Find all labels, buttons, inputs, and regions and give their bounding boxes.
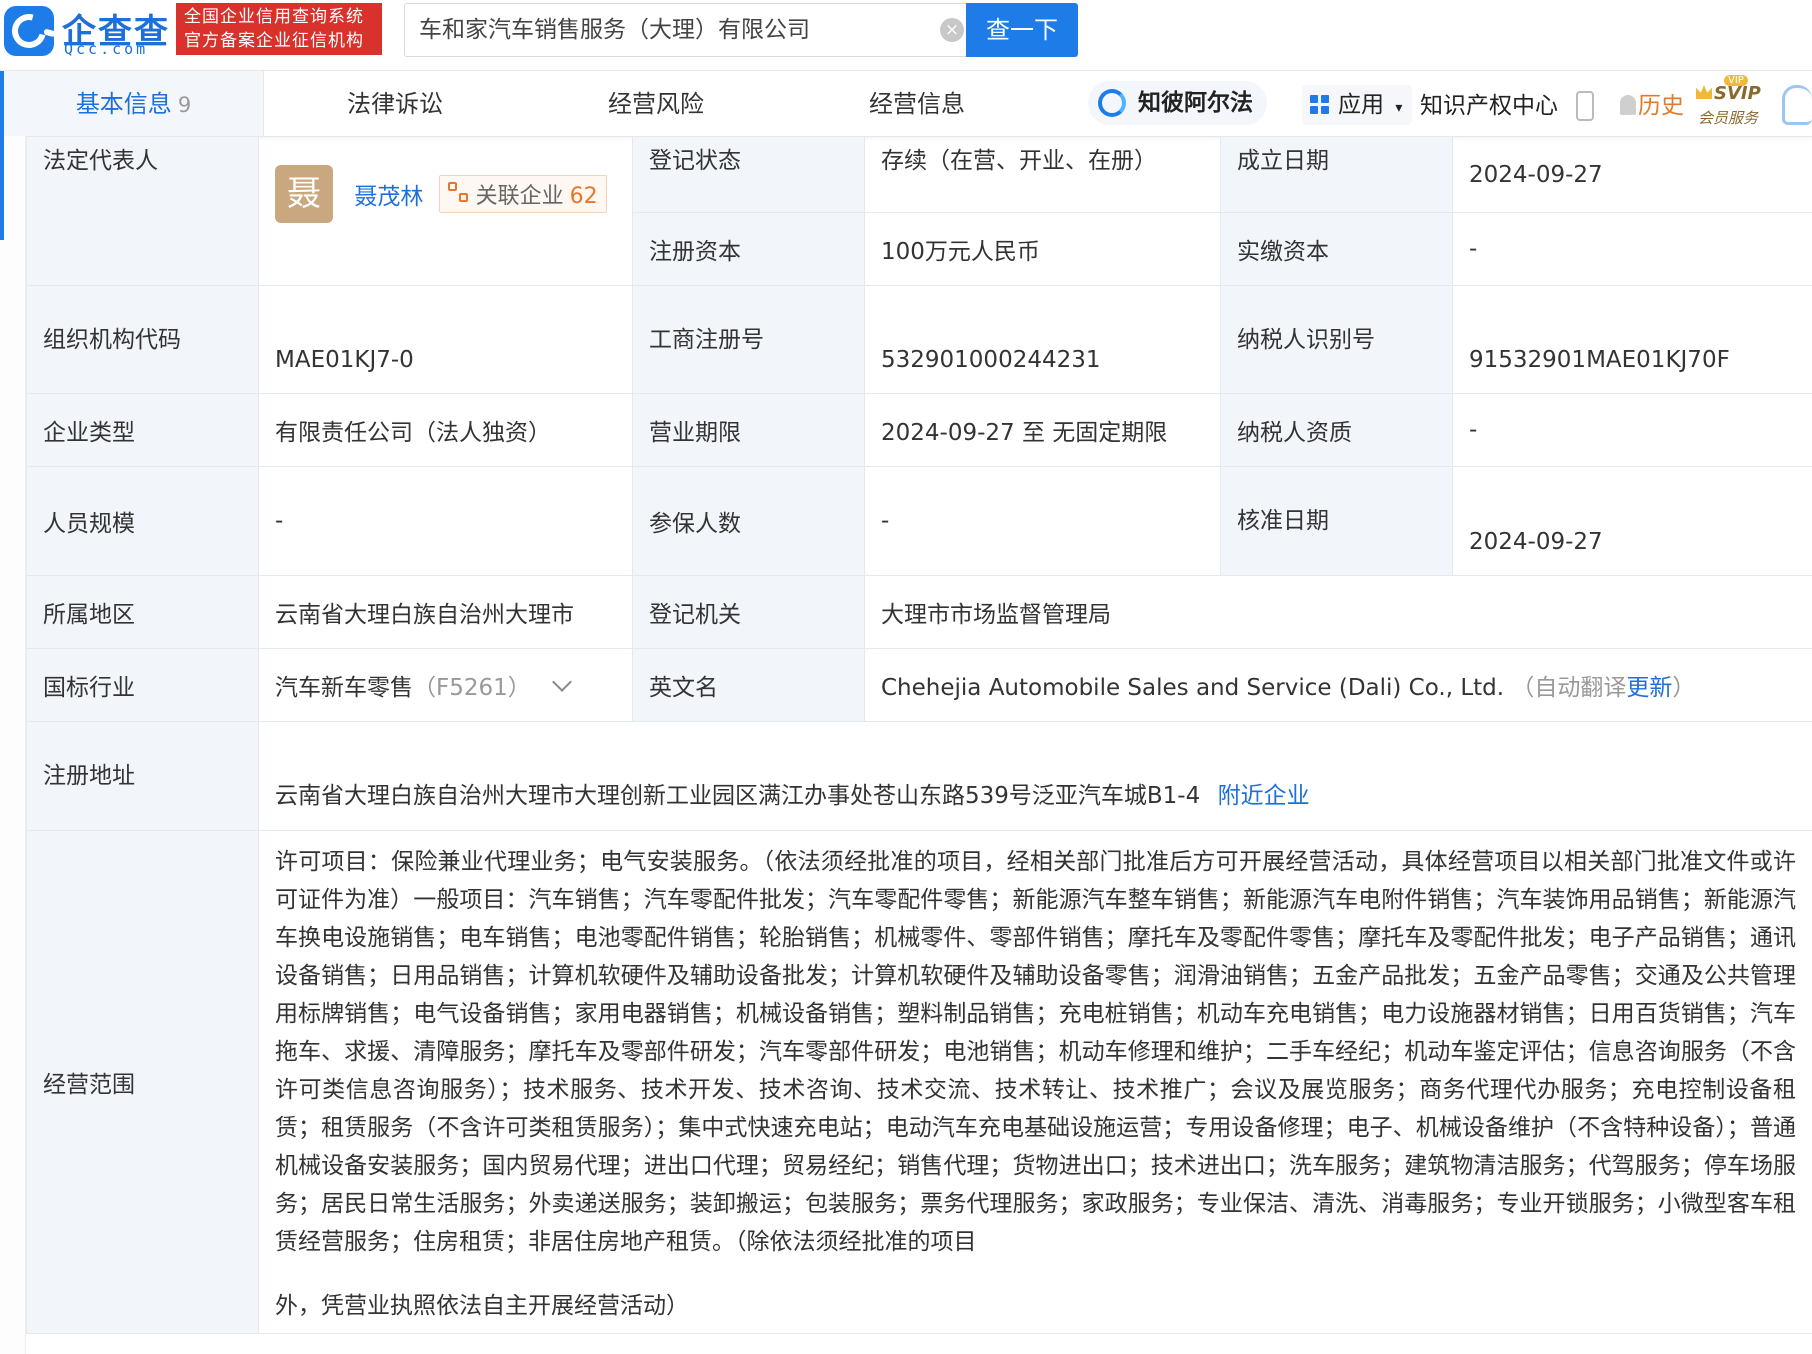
company-type-value: 有限责任公司（法人独资） <box>258 393 633 467</box>
english-name-cell: Chehejia Automobile Sales and Service (D… <box>864 648 1812 722</box>
found-date-value: 2024-09-27 <box>1452 136 1812 213</box>
found-date-label: 成立日期 <box>1220 136 1453 213</box>
clear-icon[interactable]: × <box>940 18 964 42</box>
note-close: ） <box>1672 675 1696 701</box>
scope-cell: 许可项目：保险兼业代理业务；电气安装服务。（依法须经批准的项目，经相关部门批准后… <box>258 830 1812 1334</box>
related-count: 62 <box>569 184 598 209</box>
zhibi-alpha-button[interactable]: 知彼阿尔法 <box>1088 81 1267 125</box>
reg-authority-label: 登记机关 <box>632 575 865 649</box>
reg-capital-value: 100万元人民币 <box>864 212 1221 286</box>
company-info-table: 法定代表人 聂 聂茂林 关联企业 62 登记状态 存续（在营、开业、在册） 成立日… <box>26 136 1812 1334</box>
zhibi-label: 知彼阿尔法 <box>1138 90 1253 116</box>
slogan-line-1: 全国企业信用查询系统 <box>184 7 364 27</box>
assistant-icon[interactable] <box>1782 85 1812 125</box>
legal-rep-label: 法定代表人 <box>26 136 259 286</box>
search-input[interactable]: 车和家汽车销售服务（大理）有限公司 <box>404 3 968 57</box>
avatar[interactable]: 聂 <box>275 165 333 223</box>
zhibi-icon <box>1098 89 1126 117</box>
slogan-line-2: 官方备案企业征信机构 <box>184 31 364 51</box>
tab-count: 9 <box>177 93 192 117</box>
bell-icon <box>1620 95 1636 115</box>
company-type-label: 企业类型 <box>26 393 259 467</box>
update-translation-link[interactable]: 更新 <box>1626 675 1672 701</box>
english-name-label: 英文名 <box>632 648 865 722</box>
industry-code: （F5261） <box>413 675 531 701</box>
taxpayer-qual-label: 纳税人资质 <box>1220 393 1453 467</box>
biz-reg-no-value: 532901000244231 <box>864 285 1221 394</box>
industry-value: 汽车新车零售 <box>275 675 413 701</box>
ip-center-link[interactable]: 知识产权中心 <box>1420 89 1558 123</box>
grid-icon <box>1310 95 1330 115</box>
english-name-value: Chehejia Automobile Sales and Service (D… <box>881 675 1505 701</box>
reg-status-label: 登记状态 <box>632 136 865 213</box>
section-marker <box>0 136 4 240</box>
crown-icon <box>1696 85 1712 99</box>
main-nav: 基本信息 9 法律诉讼 经营风险 经营信息 知彼阿尔法 应用 ▾ 知识产权中心 历… <box>0 70 1812 137</box>
paid-capital-value: - <box>1452 212 1812 286</box>
tab-basic-info[interactable]: 基本信息 9 <box>0 71 264 137</box>
legal-rep-name[interactable]: 聂茂林 <box>354 177 423 211</box>
taxpayer-qual-value: - <box>1452 393 1812 467</box>
tab-label: 基本信息 <box>75 90 172 118</box>
reg-capital-label: 注册资本 <box>632 212 865 286</box>
left-side-strip <box>0 136 26 1354</box>
industry-label: 国标行业 <box>26 648 259 722</box>
tab-legal[interactable]: 法律诉讼 <box>264 71 526 137</box>
related-companies-button[interactable]: 关联企业 62 <box>438 175 607 213</box>
org-code-value: MAE01KJ7-0 <box>258 285 633 394</box>
scope-value: 许可项目：保险兼业代理业务；电气安装服务。（依法须经批准的项目，经相关部门批准后… <box>275 849 1796 1255</box>
org-code-label: 组织机构代码 <box>26 285 259 394</box>
reg-authority-value: 大理市市场监督管理局 <box>864 575 1812 649</box>
svip-button[interactable]: VIP SVIP 会员服务 <box>1696 75 1766 131</box>
reg-address-value: 云南省大理白族自治州大理市大理创新工业园区满江办事处苍山东路539号泛亚汽车城B… <box>275 783 1201 809</box>
svip-label: SVIP <box>1714 83 1761 104</box>
reg-status-value: 存续（在营、开业、在册） <box>864 136 1221 213</box>
tab-operation[interactable]: 经营信息 <box>786 71 1048 137</box>
biz-term-value: 2024-09-27 至 无固定期限 <box>864 393 1221 467</box>
apps-menu[interactable]: 应用 ▾ <box>1302 85 1413 125</box>
auto-translate-note: （自动翻译 <box>1511 675 1627 701</box>
phone-icon[interactable] <box>1576 91 1594 121</box>
taxpayer-id-value: 91532901MAE01KJ70F <box>1452 285 1812 394</box>
approve-date-value: 2024-09-27 <box>1452 466 1812 576</box>
paid-capital-label: 实缴资本 <box>1220 212 1453 286</box>
history-button[interactable]: 历史 <box>1620 89 1684 123</box>
insured-value: - <box>864 466 1221 576</box>
chevron-down-icon[interactable] <box>551 672 572 692</box>
biz-term-label: 营业期限 <box>632 393 865 467</box>
biz-reg-no-label: 工商注册号 <box>632 285 865 394</box>
taxpayer-id-label: 纳税人识别号 <box>1220 285 1453 394</box>
search-button[interactable]: 查一下 <box>966 3 1078 57</box>
region-label: 所属地区 <box>26 575 259 649</box>
industry-cell[interactable]: 汽车新车零售（F5261） <box>258 648 633 722</box>
scope-tail: 外，凭营业执照依法自主开展经营活动） <box>275 1293 689 1319</box>
approve-date-label: 核准日期 <box>1220 466 1453 576</box>
chevron-down-icon: ▾ <box>1395 100 1403 116</box>
apps-label: 应用 <box>1338 92 1384 118</box>
reg-address-label: 注册地址 <box>26 721 259 831</box>
top-bar: 企查查 Qcc.com 全国企业信用查询系统 官方备案企业征信机构 车和家汽车销… <box>0 0 1812 70</box>
insured-label: 参保人数 <box>632 466 865 576</box>
nearby-companies-link[interactable]: 附近企业 <box>1218 783 1310 809</box>
region-value: 云南省大理白族自治州大理市 <box>258 575 633 649</box>
history-label: 历史 <box>1638 93 1684 119</box>
legal-rep-cell: 聂 聂茂林 关联企业 62 <box>258 136 633 286</box>
slogan-badge: 全国企业信用查询系统 官方备案企业征信机构 <box>176 3 382 55</box>
logo-subtitle: Qcc.com <box>64 40 149 58</box>
qcc-logo-icon[interactable] <box>4 6 54 56</box>
related-label: 关联企业 <box>475 184 564 209</box>
tab-risk[interactable]: 经营风险 <box>526 71 786 137</box>
staff-size-value: - <box>258 466 633 576</box>
scope-label: 经营范围 <box>26 830 259 1334</box>
reg-address-cell: 云南省大理白族自治州大理市大理创新工业园区满江办事处苍山东路539号泛亚汽车城B… <box>258 721 1812 831</box>
staff-size-label: 人员规模 <box>26 466 259 576</box>
network-icon <box>447 182 470 204</box>
svip-sub-label: 会员服务 <box>1698 109 1759 127</box>
